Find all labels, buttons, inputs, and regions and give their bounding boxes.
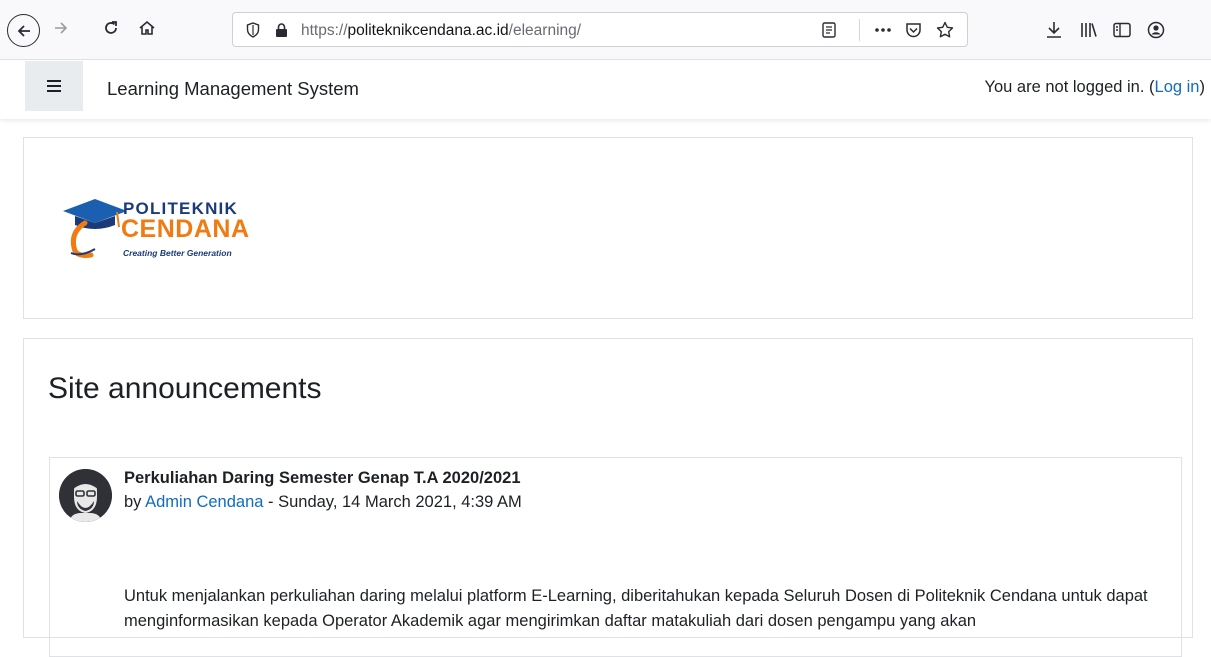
site-logo[interactable]: POLITEKNIK CENDANA Creating Better Gener… [61, 193, 271, 263]
post-body: Untuk menjalankan perkuliahan daring mel… [124, 587, 1148, 630]
download-icon[interactable] [1042, 18, 1066, 42]
more-icon[interactable] [873, 20, 893, 40]
url-path: /elearning/ [508, 22, 582, 39]
browser-toolbar: https://politeknikcendana.ac.id/elearnin… [0, 0, 1211, 60]
home-icon[interactable] [132, 13, 162, 43]
url-scheme: https:// [301, 22, 348, 39]
pocket-icon[interactable] [903, 20, 923, 40]
logo-tagline: Creating Better Generation [123, 248, 232, 258]
avatar[interactable] [59, 469, 112, 522]
hamburger-icon [47, 80, 61, 92]
post-date: - Sunday, 14 March 2021, 4:39 AM [263, 493, 522, 511]
url-host: politeknikcendana.ac.id [347, 22, 509, 39]
site-name[interactable]: Learning Management System [107, 78, 359, 100]
section-title: Site announcements [48, 372, 322, 405]
forum-post: Perkuliahan Daring Semester Genap T.A 20… [49, 457, 1182, 657]
url-bar[interactable]: https://politeknikcendana.ac.id/elearnin… [232, 12, 968, 47]
header-logo-card: POLITEKNIK CENDANA Creating Better Gener… [23, 137, 1193, 319]
reload-icon[interactable] [96, 13, 126, 43]
library-icon[interactable] [1077, 18, 1101, 42]
url-text[interactable]: https://politeknikcendana.ac.id/elearnin… [301, 22, 581, 40]
forward-icon[interactable] [46, 13, 76, 43]
post-author-link[interactable]: Admin Cendana [145, 493, 263, 511]
post-byline: by Admin Cendana - Sunday, 14 March 2021… [124, 493, 522, 512]
user-avatar-icon [59, 469, 112, 522]
login-status-text: You are not logged in. ( [984, 78, 1155, 96]
login-link[interactable]: Log in [1155, 78, 1200, 96]
account-icon[interactable] [1144, 18, 1168, 42]
byline-by: by [124, 493, 146, 511]
login-info: You are not logged in. (Log in) [985, 78, 1206, 97]
site-navbar: Learning Management System You are not l… [0, 61, 1211, 119]
login-close-paren: ) [1199, 78, 1206, 96]
post-subject[interactable]: Perkuliahan Daring Semester Genap T.A 20… [124, 469, 521, 488]
bookmark-star-icon[interactable] [935, 20, 955, 40]
lock-icon[interactable] [271, 20, 291, 40]
reader-view-icon[interactable] [819, 20, 839, 40]
shield-icon[interactable] [243, 20, 263, 40]
sidebar-icon[interactable] [1110, 18, 1134, 42]
url-separator [859, 19, 860, 41]
menu-toggle-button[interactable] [25, 61, 83, 111]
back-icon[interactable] [7, 14, 40, 47]
logo-word-cendana: CENDANA [121, 215, 250, 243]
site-announcements-card: Site announcements Perkuliahan Daring Se… [23, 338, 1193, 657]
